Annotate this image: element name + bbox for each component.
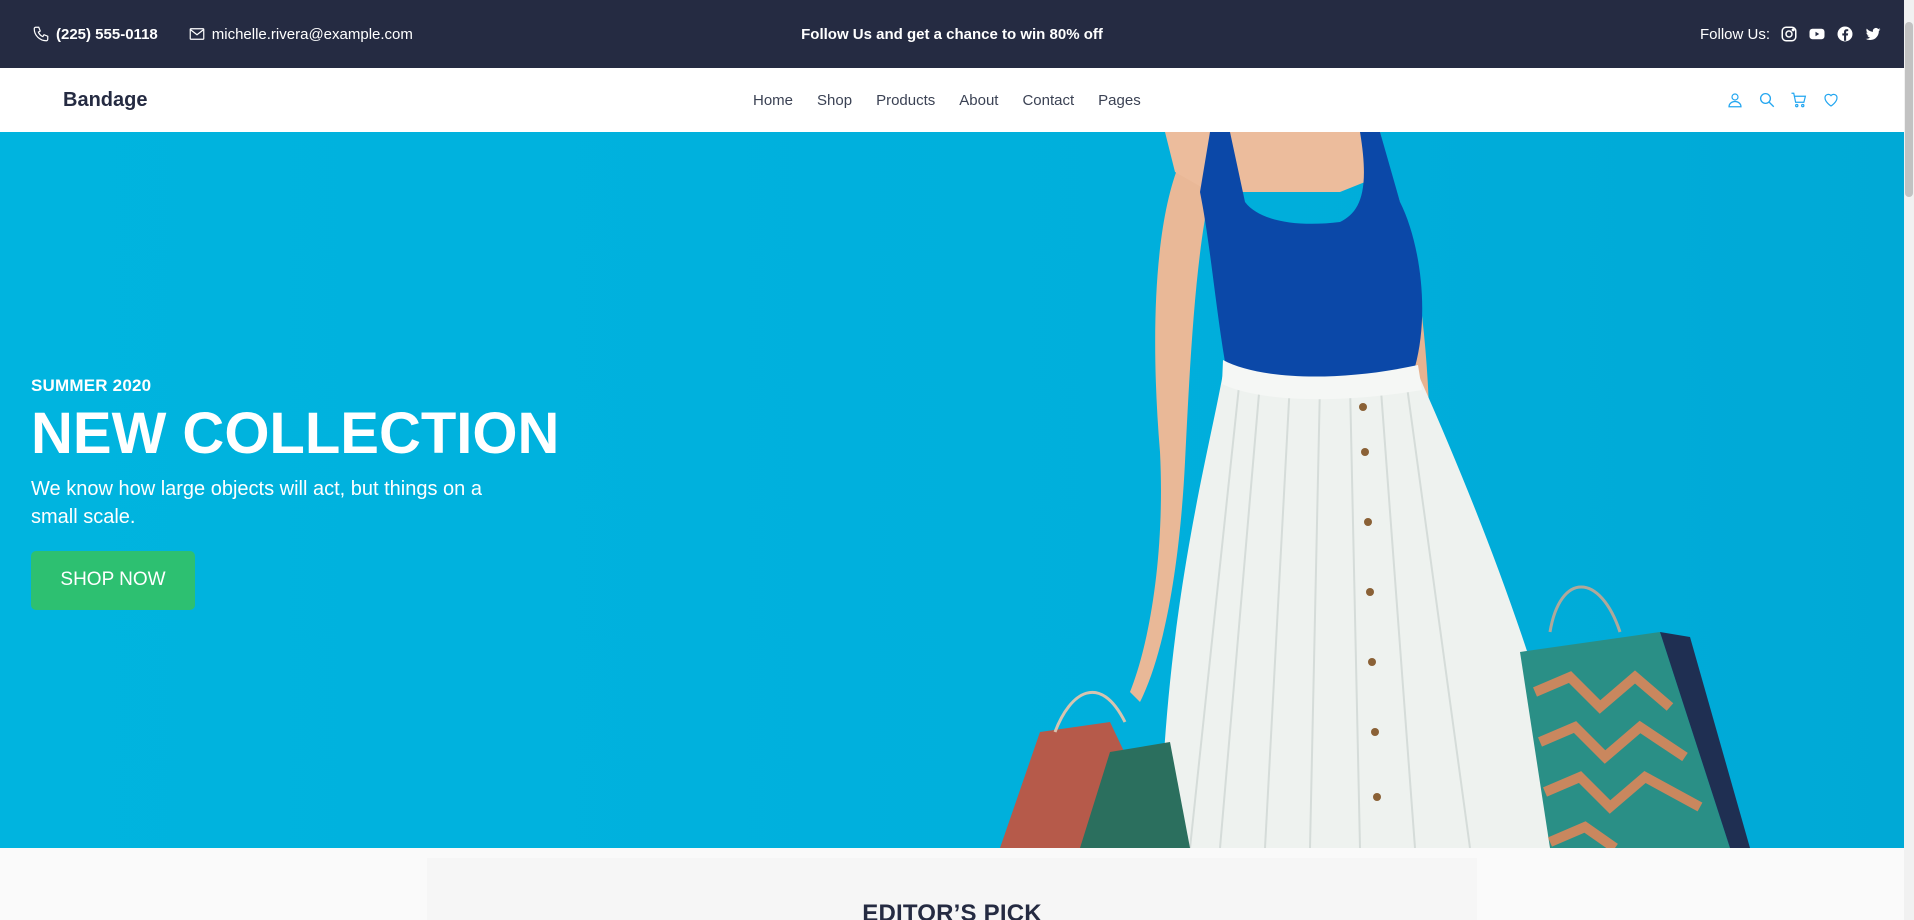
nav-actions [1726,68,1840,132]
shop-now-button[interactable]: SHOP NOW [31,550,195,610]
page-scrollbar[interactable] [1904,0,1914,920]
top-bar: (225) 555-0118 michelle.rivera@example.c… [0,0,1904,68]
phone-contact[interactable]: (225) 555-0118 [32,25,158,43]
follow-label: Follow Us: [1699,25,1770,43]
hero-headline: NEW COLLECTION [31,401,560,466]
promo-text: Follow Us and get a chance to win 80% of… [801,25,1103,43]
hero-model-image [1000,132,1750,848]
hero-content: SUMMER 2020 NEW COLLECTION We know how l… [31,376,559,610]
main-navbar: Bandage Home Shop Products About Contact… [0,68,1904,132]
hero-subtext: We know how large objects will act, but … [31,477,482,528]
email-address: michelle.rivera@example.com [211,25,413,43]
contact-info: (225) 555-0118 michelle.rivera@example.c… [32,0,413,68]
instagram-icon[interactable] [1780,25,1798,43]
social-links [1780,25,1882,43]
youtube-icon[interactable] [1808,25,1826,43]
nav-about[interactable]: About [959,92,998,109]
editors-pick-section: EDITOR’S PICK [427,858,1477,920]
editors-pick-title: EDITOR’S PICK [862,900,1042,920]
hero-banner: SUMMER 2020 NEW COLLECTION We know how l… [0,132,1904,848]
nav-home[interactable]: Home [753,92,793,109]
twitter-icon[interactable] [1864,25,1882,43]
nav-shop[interactable]: Shop [817,92,852,109]
scrollbar-thumb[interactable] [1905,22,1913,197]
social-follow: Follow Us: [1700,0,1882,68]
search-icon[interactable] [1758,91,1776,109]
mail-icon [188,25,206,43]
phone-number: (225) 555-0118 [56,25,158,43]
nav-pages[interactable]: Pages [1098,92,1141,109]
user-icon[interactable] [1726,91,1744,109]
brand-logo[interactable]: Bandage [63,68,147,132]
email-contact[interactable]: michelle.rivera@example.com [188,25,413,43]
cart-icon[interactable] [1790,91,1808,109]
hero-season: SUMMER 2020 [31,376,152,395]
nav-contact[interactable]: Contact [1022,92,1074,109]
phone-icon [32,25,50,43]
nav-products[interactable]: Products [876,92,935,109]
facebook-icon[interactable] [1836,25,1854,43]
heart-icon[interactable] [1822,91,1840,109]
primary-nav: Home Shop Products About Contact Pages [753,68,1141,132]
